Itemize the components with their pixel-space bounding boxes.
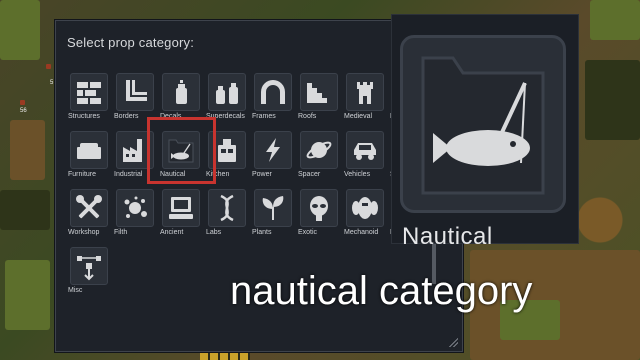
double-spray-can-icon (208, 73, 246, 111)
alien-icon (300, 189, 338, 227)
category-power[interactable]: Power (252, 131, 296, 183)
preview-label: Nautical (402, 223, 493, 250)
category-exotic[interactable]: Exotic (298, 189, 342, 241)
arch-icon (254, 73, 292, 111)
category-workshop[interactable]: Workshop (68, 189, 112, 241)
car-icon (346, 131, 384, 169)
category-spacer[interactable]: Spacer (298, 131, 342, 183)
dialog-title: Select prop category: (67, 35, 195, 50)
category-preview-panel: Nautical (391, 14, 579, 250)
category-mechanoid[interactable]: Mechanoid (344, 189, 388, 241)
dna-icon (208, 189, 246, 227)
corner-border-icon (116, 73, 154, 111)
mechanoid-icon (346, 189, 384, 227)
planet-icon (300, 131, 338, 169)
spray-can-icon (162, 73, 200, 111)
category-furniture[interactable]: Furniture (68, 131, 112, 183)
category-structures[interactable]: Structures (68, 73, 112, 125)
sofa-icon (70, 131, 108, 169)
selected-category-highlight (147, 117, 216, 184)
category-vehicles[interactable]: Vehicles (344, 131, 388, 183)
category-roofs[interactable]: Roofs (298, 73, 342, 125)
category-medieval[interactable]: Medieval (344, 73, 388, 125)
castle-tower-icon (346, 73, 384, 111)
category-frames[interactable]: Frames (252, 73, 296, 125)
category-filth[interactable]: Filth (114, 189, 158, 241)
resize-grip[interactable] (448, 337, 458, 347)
plant-icon (254, 189, 292, 227)
lightning-icon (254, 131, 292, 169)
category-labs[interactable]: Labs (206, 189, 250, 241)
category-misc[interactable]: Misc (68, 247, 112, 299)
brick-wall-icon (70, 73, 108, 111)
ground-strip (200, 352, 250, 360)
category-ancient[interactable]: Ancient (160, 189, 204, 241)
bezier-pen-icon (70, 247, 108, 285)
splatter-icon (116, 189, 154, 227)
terminal-icon (162, 189, 200, 227)
fish-folder-icon (400, 35, 566, 213)
stairs-icon (300, 73, 338, 111)
caption-text: nautical category (230, 269, 533, 313)
category-label: Misc (68, 287, 83, 294)
tools-icon (70, 189, 108, 227)
category-plants[interactable]: Plants (252, 189, 296, 241)
